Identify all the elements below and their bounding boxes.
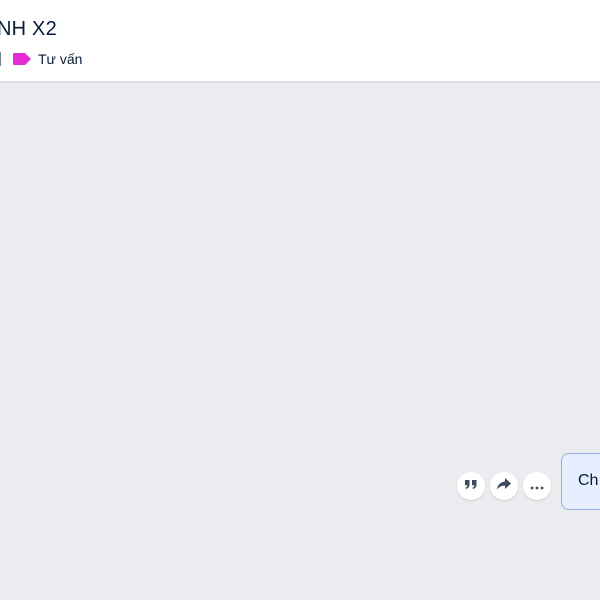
forward-icon (496, 477, 512, 496)
message-actions (457, 472, 551, 500)
quote-icon (464, 477, 478, 495)
message-text: Ch (578, 472, 599, 489)
chat-window: NH X2 Tư vấn Ch (0, 0, 600, 600)
message-list (0, 82, 600, 600)
tag-row: Tư vấn (0, 49, 82, 69)
tag-label[interactable]: Tư vấn (38, 51, 82, 67)
more-icon (530, 477, 544, 495)
header-divider (0, 52, 1, 66)
tag-icon[interactable] (12, 52, 32, 66)
quote-button[interactable] (457, 472, 485, 500)
message-bubble[interactable]: Ch (561, 453, 600, 510)
conversation-title[interactable]: NH X2 (0, 18, 57, 41)
conversation-header: NH X2 Tư vấn (0, 0, 600, 82)
forward-button[interactable] (490, 472, 518, 500)
more-button[interactable] (523, 472, 551, 500)
